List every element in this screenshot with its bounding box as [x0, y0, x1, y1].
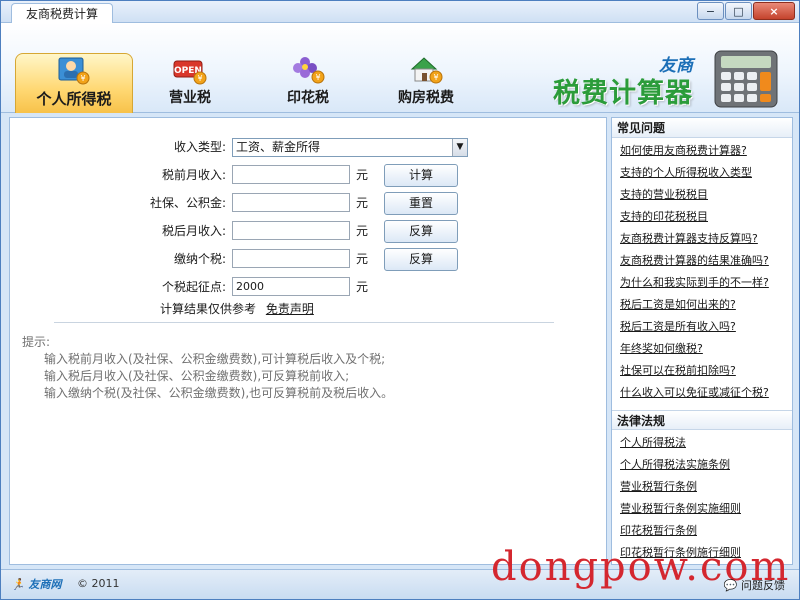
- disclaimer-link[interactable]: 免责声明: [266, 302, 314, 316]
- tab-house-purchase-tax[interactable]: ¥ 购房税费: [367, 53, 485, 111]
- svg-text:¥: ¥: [197, 74, 202, 83]
- reverse-calc-tax-button[interactable]: 反算: [384, 248, 458, 271]
- chat-bubble-icon: 💬: [723, 579, 738, 592]
- pretax-income-input[interactable]: [232, 165, 350, 184]
- law-link[interactable]: 营业税暂行条例: [620, 476, 792, 498]
- close-button[interactable]: ×: [753, 2, 795, 20]
- faq-link[interactable]: 支持的营业税税目: [620, 184, 792, 206]
- calculator-panel: 收入类型: 工资、薪金所得 ▼ 税前月收入: 元 计算 社保、公积金: 元 重置…: [9, 117, 607, 565]
- help-sidebar: 常见问题 如何使用友商税费计算器? 支持的个人所得税收入类型 支持的营业税税目 …: [611, 117, 793, 565]
- income-type-value: 工资、薪金所得: [236, 140, 321, 154]
- maximize-button[interactable]: □: [725, 2, 752, 20]
- calculator-icon: [714, 50, 778, 108]
- unit-label: 元: [356, 224, 369, 238]
- person-card-icon: ¥: [58, 57, 90, 85]
- feedback-link[interactable]: 💬 问题反馈: [724, 577, 785, 593]
- open-sign-icon: OPEN ¥: [173, 60, 207, 85]
- feedback-label: 问题反馈: [741, 579, 785, 592]
- tax-paid-input[interactable]: [232, 249, 350, 268]
- income-type-label: 收入类型:: [173, 140, 226, 154]
- reverse-calc-aftertax-button[interactable]: 反算: [384, 220, 458, 243]
- hint-line: 输入税后月收入(及社保、公积金缴费数),可反算税前收入;: [44, 369, 350, 383]
- window-controls: − □ ×: [697, 2, 795, 20]
- tax-label: 缴纳个税:: [173, 252, 226, 266]
- logo-text: 友商网: [28, 578, 62, 591]
- unit-label: 元: [356, 280, 369, 294]
- faq-link[interactable]: 为什么和我实际到手的不一样?: [620, 272, 792, 294]
- law-link[interactable]: 个人所得税法: [620, 432, 792, 454]
- minimize-button[interactable]: −: [697, 2, 724, 20]
- faq-list: 如何使用友商税费计算器? 支持的个人所得税收入类型 支持的营业税税目 支持的印花…: [612, 138, 792, 408]
- calculate-button[interactable]: 计算: [384, 164, 458, 187]
- unit-label: 元: [356, 196, 369, 210]
- divider: [54, 322, 554, 323]
- hints-title: 提示:: [22, 335, 51, 349]
- faq-link[interactable]: 年终奖如何缴税?: [620, 338, 792, 360]
- svg-text:¥: ¥: [433, 73, 438, 82]
- brand-title: 税费计算器: [553, 78, 693, 109]
- law-link[interactable]: 印花税暂行条例: [620, 520, 792, 542]
- threshold-label: 个税起征点:: [161, 280, 226, 294]
- dropdown-arrow-icon[interactable]: ▼: [452, 139, 467, 156]
- tab-label: 营业税: [169, 90, 211, 106]
- flower-stamp-icon: ¥: [293, 57, 325, 84]
- svg-text:¥: ¥: [80, 74, 85, 83]
- pretax-label: 税前月收入:: [161, 168, 226, 182]
- reset-button[interactable]: 重置: [384, 192, 458, 215]
- hint-line: 输入缴纳个税(及社保、公积金缴费数),也可反算税前及税后收入。: [44, 386, 394, 400]
- house-icon: ¥: [410, 57, 443, 84]
- header: ¥ 个人所得税 OPEN ¥ 营业税 ¥ 印花税 ¥ 购房税费 友商 税费计算器: [1, 23, 799, 113]
- faq-link[interactable]: 支持的印花税税目: [620, 206, 792, 228]
- faq-link[interactable]: 支持的个人所得税收入类型: [620, 162, 792, 184]
- aftertax-label: 税后月收入:: [161, 224, 226, 238]
- tax-threshold-input[interactable]: 2000: [232, 277, 350, 296]
- income-type-select[interactable]: 工资、薪金所得 ▼: [232, 138, 468, 157]
- company-logo: 🏃 友商网: [11, 576, 62, 592]
- unit-label: 元: [356, 252, 369, 266]
- window-title: 友商税费计算: [11, 3, 114, 25]
- app-window: 友商税费计算 − □ × ¥ 个人所得税 OPEN ¥ 营业税 ¥ 印花税 ¥ …: [0, 0, 800, 600]
- status-bar: 🏃 友商网 © 2011 dongpow.com 💬 问题反馈: [1, 544, 799, 599]
- hints: 提示: 输入税前月收入(及社保、公积金缴费数),可计算税后收入及个税; 输入税后…: [22, 334, 393, 402]
- runner-logo-icon: 🏃: [11, 578, 25, 591]
- svg-text:¥: ¥: [315, 73, 320, 82]
- faq-link[interactable]: 税后工资是所有收入吗?: [620, 316, 792, 338]
- tab-label: 印花税: [287, 90, 329, 106]
- faq-link[interactable]: 友商税费计算器支持反算吗?: [620, 228, 792, 250]
- laws-title: 法律法规: [612, 410, 792, 430]
- brand: 友商 税费计算器: [545, 50, 785, 111]
- faq-link[interactable]: 社保可以在税前扣除吗?: [620, 360, 792, 382]
- tab-business-tax[interactable]: OPEN ¥ 营业税: [131, 53, 249, 111]
- tab-stamp-tax[interactable]: ¥ 印花税: [249, 53, 367, 111]
- note-text: 计算结果仅供参考: [160, 302, 257, 316]
- tab-label: 个人所得税: [36, 90, 112, 108]
- aftertax-income-input[interactable]: [232, 221, 350, 240]
- faq-title: 常见问题: [612, 118, 792, 138]
- copyright: © 2011: [77, 577, 120, 590]
- social-label: 社保、公积金:: [149, 196, 226, 210]
- title-bar: 友商税费计算 − □ ×: [1, 1, 799, 25]
- faq-link[interactable]: 如何使用友商税费计算器?: [620, 140, 792, 162]
- hint-line: 输入税前月收入(及社保、公积金缴费数),可计算税后收入及个税;: [44, 352, 386, 366]
- law-link[interactable]: 个人所得税法实施条例: [620, 454, 792, 476]
- faq-link[interactable]: 友商税费计算器的结果准确吗?: [620, 250, 792, 272]
- faq-link[interactable]: 什么收入可以免征或减征个税?: [620, 382, 792, 404]
- unit-label: 元: [356, 168, 369, 182]
- social-security-input[interactable]: [232, 193, 350, 212]
- law-link[interactable]: 营业税暂行条例实施细则: [620, 498, 792, 520]
- tab-label: 购房税费: [398, 90, 454, 106]
- faq-link[interactable]: 税后工资是如何出来的?: [620, 294, 792, 316]
- tab-personal-income-tax[interactable]: ¥ 个人所得税: [15, 53, 133, 113]
- result-note: 计算结果仅供参考 免责声明: [160, 300, 314, 317]
